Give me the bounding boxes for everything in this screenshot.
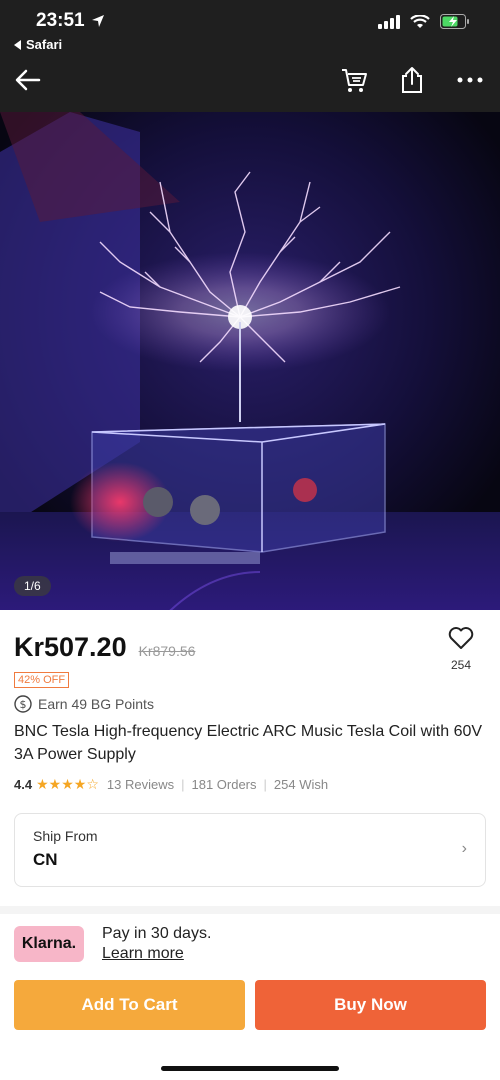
price-row: Kr507.20 Kr879.56 — [14, 632, 195, 663]
svg-text:$: $ — [20, 698, 27, 711]
chevron-right-icon: › — [461, 840, 467, 857]
product-image[interactable]: 1/6 — [0, 112, 500, 610]
status-time: 23:51 — [36, 10, 105, 32]
separator: | — [181, 777, 185, 792]
more-button[interactable] — [454, 64, 486, 96]
battery-icon — [440, 14, 469, 29]
ship-from-label: Ship From — [33, 828, 98, 844]
separator: | — [263, 777, 267, 792]
back-to-app[interactable]: Safari — [14, 37, 62, 52]
status-time-text: 23:51 — [36, 10, 85, 31]
reviews-count[interactable]: 13 Reviews — [107, 777, 174, 792]
original-price: Kr879.56 — [138, 643, 196, 659]
bottom-action-bar: Add To Cart Buy Now — [0, 968, 500, 1080]
klarna-row: Klarna. Pay in 30 days. Learn more — [14, 924, 211, 964]
star-half-icon: ☆ — [86, 776, 99, 792]
orders-count: 181 Orders — [191, 777, 257, 792]
ship-from-value: CN — [33, 850, 58, 869]
buy-now-button[interactable]: Buy Now — [255, 980, 486, 1030]
back-chevron-icon — [14, 39, 21, 50]
discount-badge: 42% OFF — [14, 672, 70, 688]
share-button[interactable] — [396, 64, 428, 96]
section-divider — [0, 906, 500, 914]
heart-icon — [448, 627, 474, 649]
home-indicator[interactable] — [161, 1066, 339, 1071]
star-icon: ★ — [61, 776, 74, 792]
dollar-circle-icon: $ — [14, 695, 32, 713]
cart-button[interactable] — [338, 64, 370, 96]
rating-row[interactable]: 4.4 ★★★★☆ 13 Reviews | 181 Orders | 254 … — [14, 776, 328, 793]
nav-actions — [338, 64, 486, 96]
star-icon: ★ — [36, 776, 49, 792]
ship-from-card[interactable]: Ship From CN › — [14, 813, 486, 887]
top-bar: 23:51 Safari — [0, 0, 500, 112]
points-row: $ Earn 49 BG Points — [14, 695, 154, 713]
cart-icon — [342, 69, 367, 92]
klarna-logo: Klarna. — [14, 926, 84, 962]
star-icon: ★ — [48, 776, 62, 792]
star-rating: ★★★★☆ — [36, 776, 99, 793]
more-icon — [457, 77, 483, 83]
rating-score: 4.4 — [14, 777, 33, 792]
back-button[interactable] — [14, 66, 42, 94]
star-icon: ★ — [73, 776, 87, 792]
tesla-coil-photo — [0, 112, 500, 610]
back-arrow-icon — [15, 69, 41, 91]
location-arrow-icon — [91, 15, 104, 27]
klarna-text: Pay in 30 days. Learn more — [102, 924, 211, 964]
back-app-label: Safari — [26, 37, 63, 52]
wish-count: 254 — [450, 658, 472, 672]
wifi-icon — [410, 14, 430, 28]
klarna-line: Pay in 30 days. — [102, 925, 212, 942]
wish-total: 254 Wish — [273, 777, 329, 792]
add-to-cart-button[interactable]: Add To Cart — [14, 980, 245, 1030]
share-icon — [402, 67, 422, 93]
signal-icon — [378, 14, 400, 29]
klarna-learn-more-link[interactable]: Learn more — [102, 944, 211, 964]
current-price: Kr507.20 — [14, 632, 127, 662]
points-text: Earn 49 BG Points — [38, 696, 154, 712]
wishlist-button[interactable]: 254 — [446, 626, 476, 672]
image-page-indicator: 1/6 — [14, 576, 51, 596]
status-icons — [378, 14, 470, 29]
product-title: BNC Tesla High-frequency Electric ARC Mu… — [14, 723, 483, 763]
